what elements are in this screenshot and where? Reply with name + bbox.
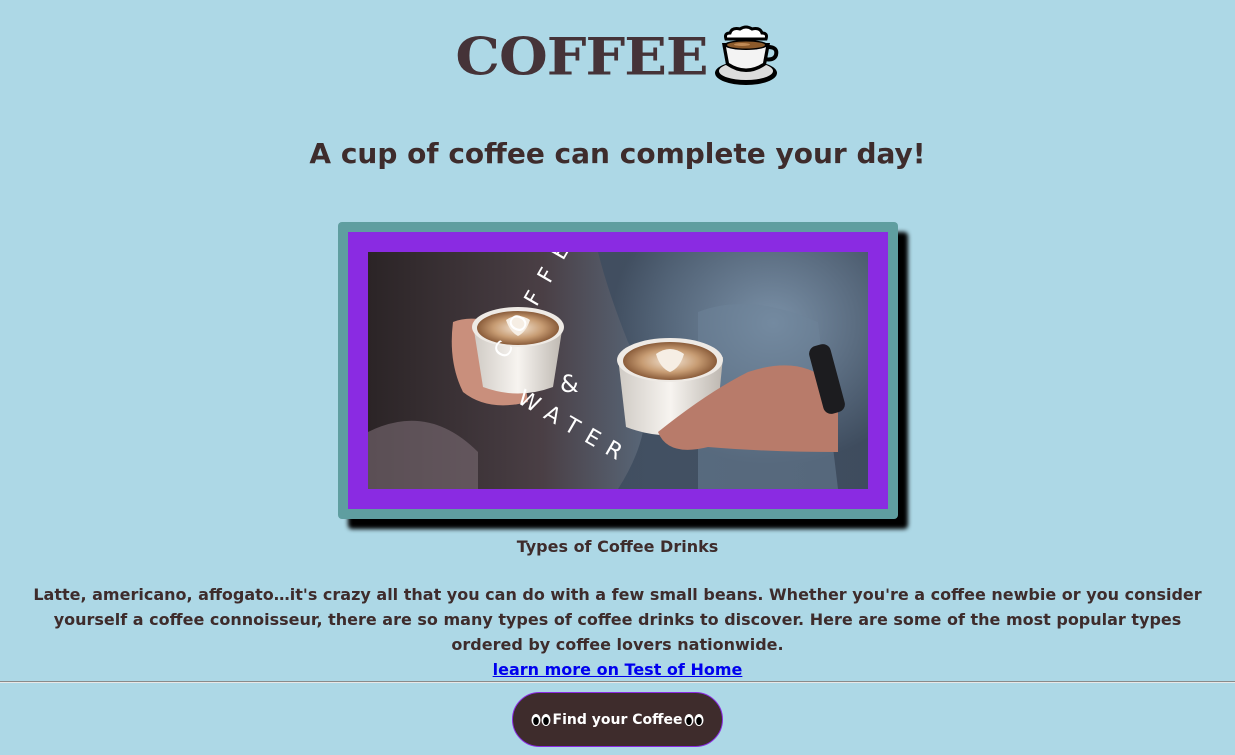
find-your-coffee-button[interactable]: Find your Coffee [512, 692, 723, 747]
eyes-icon [684, 713, 704, 726]
tagline: A cup of coffee can complete your day! [309, 137, 926, 170]
learn-more-link[interactable]: learn more on Test of Home [493, 660, 743, 679]
divider [0, 681, 1235, 683]
hot-beverage-icon [714, 25, 778, 85]
section-caption: Types of Coffee Drinks [516, 537, 719, 556]
hero-frame: COFFEE & WATER [338, 222, 898, 519]
logo-text: COFFEE [455, 26, 708, 88]
intro-text: Latte, americano, affogato…it's crazy al… [33, 585, 1202, 654]
hero-frame-inner: COFFEE & WATER [348, 232, 888, 509]
coffee-hands-photo: COFFEE & WATER [368, 252, 868, 489]
svg-text:&: & [560, 370, 579, 398]
find-your-coffee-label: Find your Coffee [552, 711, 683, 728]
site-logo: COFFEE [0, 22, 1235, 92]
intro-paragraph: Latte, americano, affogato…it's crazy al… [20, 582, 1215, 682]
eyes-icon [531, 713, 551, 726]
